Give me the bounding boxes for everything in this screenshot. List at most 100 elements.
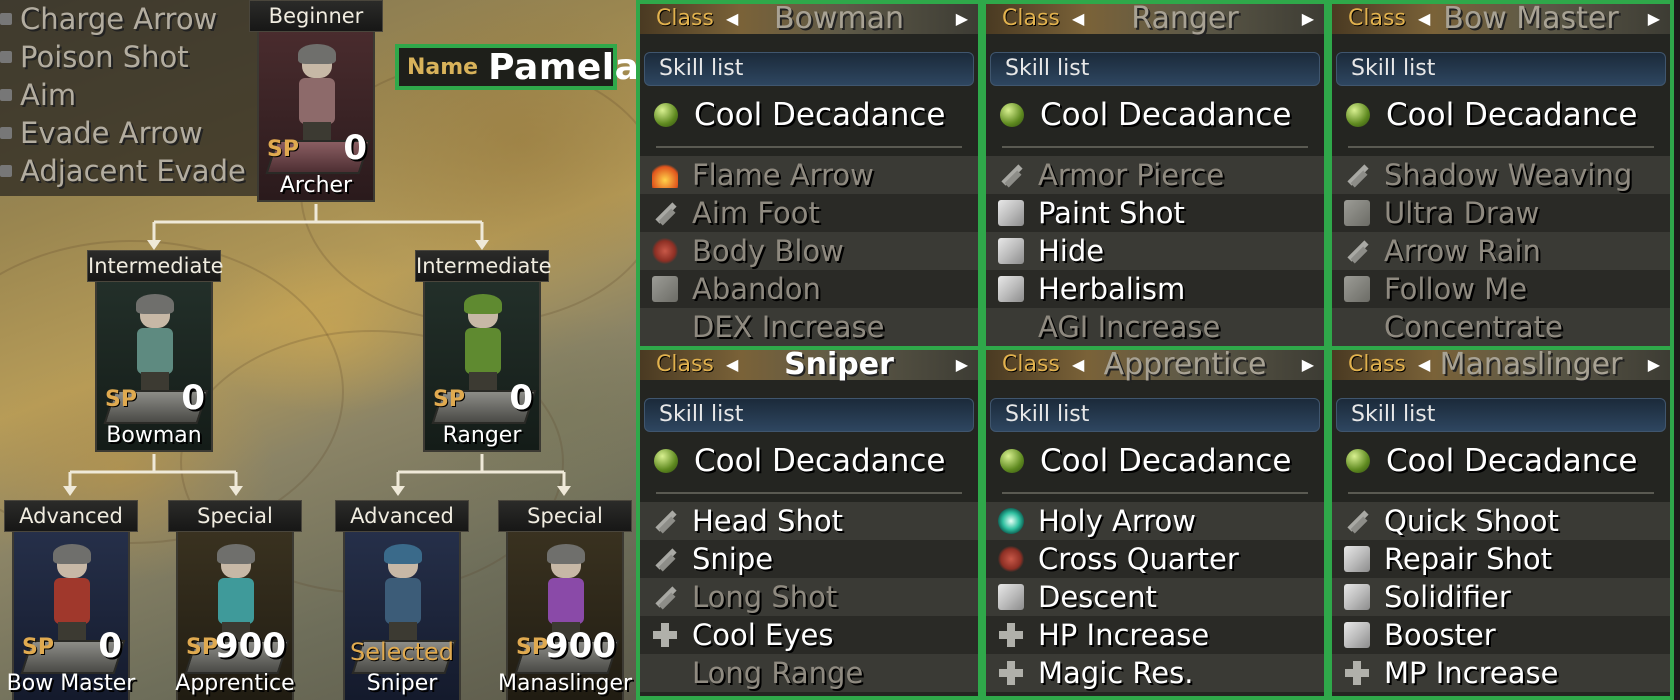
unique-skill-row[interactable]: Cool Decadance <box>1332 438 1670 484</box>
learned-skill-list: Charge Arrow Poison Shot Aim Evade Arrow… <box>0 0 262 196</box>
skill-row[interactable]: AGI Increase <box>986 308 1324 346</box>
sword-icon <box>652 508 678 534</box>
skill-name: Shadow Weaving <box>1384 158 1633 192</box>
skill-list-label: Skill list <box>659 56 744 81</box>
skill-row[interactable]: Flame Arrow <box>640 156 978 194</box>
skill-row[interactable]: Snipe <box>640 540 978 578</box>
class-card-ranger[interactable]: Intermediate SP 0 Ranger <box>415 250 552 452</box>
skill-name: Herbalism <box>1038 272 1186 306</box>
skill-row[interactable]: MP Increase <box>1332 654 1670 692</box>
unique-skill-row[interactable]: Cool Decadance <box>640 92 978 138</box>
skill-row[interactable]: Quick Shoot <box>1332 502 1670 540</box>
divider <box>1002 492 1308 494</box>
skill-name: Armor Pierce <box>1038 158 1225 192</box>
skill-row[interactable]: HP Increase <box>986 616 1324 654</box>
skill-row[interactable]: Booster <box>1332 616 1670 654</box>
unique-skill-name: Cool Decadance <box>1386 443 1638 479</box>
skill-list: Holy Arrow Cross Quarter Descent HP Incr… <box>986 502 1324 692</box>
skill-bullet-icon <box>0 127 12 139</box>
character-sprite <box>373 544 433 644</box>
ring-icon <box>998 508 1024 534</box>
arrow-right-icon[interactable]: ▶ <box>1302 4 1314 34</box>
unique-skill-row[interactable]: Cool Decadance <box>986 438 1324 484</box>
sword-icon <box>652 584 678 610</box>
dpad-icon <box>652 622 678 648</box>
skill-name: Snipe <box>692 542 774 576</box>
dpad-icon <box>1344 660 1370 686</box>
skill-row[interactable]: Armor Pierce <box>986 156 1324 194</box>
skill-row[interactable]: Solidifier <box>1332 578 1670 616</box>
skill-row[interactable]: Holy Arrow <box>986 502 1324 540</box>
green-orb-icon <box>1000 449 1024 473</box>
selected-label: Selected <box>349 638 455 666</box>
skill-row[interactable]: Abandon <box>640 270 978 308</box>
skill-row[interactable]: Shadow Weaving <box>1332 156 1670 194</box>
skill-row[interactable]: Paint Shot <box>986 194 1324 232</box>
class-card-bow-master[interactable]: Advanced SP 0 Bow Master <box>4 500 138 700</box>
sp-value: 0 <box>343 128 367 168</box>
unique-skill-row[interactable]: Cool Decadance <box>640 438 978 484</box>
arrowhead <box>391 486 405 496</box>
skill-row[interactable]: Aim Foot <box>640 194 978 232</box>
class-panel-bow-master: Class ◀ Bow Master ▶ Skill list Cool Dec… <box>1328 0 1674 354</box>
skill-row[interactable]: Cross Quarter <box>986 540 1324 578</box>
skill-list-label: Skill list <box>1351 56 1436 81</box>
skill-row[interactable]: Concentrate <box>1332 308 1670 346</box>
connector-ranger <box>396 454 566 490</box>
class-card-archer[interactable]: Beginner SP 0 Archer <box>249 0 383 202</box>
skill-row[interactable]: Magic Res. <box>986 654 1324 692</box>
sp-value: 900 <box>545 626 616 666</box>
skill-list-header: Skill list <box>1336 398 1666 432</box>
skill-row[interactable]: Arrow Rain <box>1332 232 1670 270</box>
arrow-right-icon[interactable]: ▶ <box>1648 4 1660 34</box>
skill-row[interactable]: Repair Shot <box>1332 540 1670 578</box>
learned-skill: Charge Arrow <box>0 0 262 38</box>
skill-list: Head Shot Snipe Long Shot Cool Eyes Long… <box>640 502 978 692</box>
skill-name: MP Increase <box>1384 656 1559 690</box>
skill-list-label: Skill list <box>1005 402 1090 427</box>
class-selector-bar: Class ◀ Manaslinger ▶ <box>1332 350 1670 380</box>
unique-skill-row[interactable]: Cool Decadance <box>1332 92 1670 138</box>
unique-skill-row[interactable]: Cool Decadance <box>986 92 1324 138</box>
class-name: Apprentice <box>1103 347 1267 382</box>
class-name: Ranger <box>442 423 522 448</box>
connector-archer <box>152 204 484 244</box>
skill-row[interactable]: Herbalism <box>986 270 1324 308</box>
skill-row[interactable]: Follow Me <box>1332 270 1670 308</box>
skill-name: Cool Eyes <box>692 618 834 652</box>
skill-name: Hide <box>1038 234 1105 268</box>
skill-row[interactable]: Ultra Draw <box>1332 194 1670 232</box>
skill-name: Paint Shot <box>1038 196 1185 230</box>
skill-name: Repair Shot <box>1384 542 1552 576</box>
tier-label: Intermediate <box>415 250 552 282</box>
class-card-sniper[interactable]: Advanced Selected Sniper <box>335 500 469 700</box>
arrow-right-icon[interactable]: ▶ <box>1302 350 1314 380</box>
skill-row[interactable]: Descent <box>986 578 1324 616</box>
skill-row[interactable]: Hide <box>986 232 1324 270</box>
cube-icon <box>1344 584 1370 610</box>
class-card-apprentice[interactable]: Special SP 900 Apprentice <box>168 500 302 700</box>
arrow-right-icon[interactable]: ▶ <box>956 350 968 380</box>
arrowhead <box>147 240 161 250</box>
sword-icon <box>1344 508 1370 534</box>
green-orb-icon <box>654 449 678 473</box>
skill-name: Booster <box>1384 618 1496 652</box>
unique-skill-name: Cool Decadance <box>694 97 946 133</box>
cube-icon <box>998 200 1024 226</box>
class-label: Class <box>1348 352 1406 377</box>
class-name: Ranger <box>1131 1 1239 36</box>
class-card-bowman[interactable]: Intermediate SP 0 Bowman <box>87 250 224 452</box>
skill-row[interactable]: Head Shot <box>640 502 978 540</box>
unique-skill-name: Cool Decadance <box>1386 97 1638 133</box>
class-name: Bowman <box>106 423 202 448</box>
sword-icon <box>652 546 678 572</box>
arrow-right-icon[interactable]: ▶ <box>1648 350 1660 380</box>
arrow-right-icon[interactable]: ▶ <box>956 4 968 34</box>
skill-row[interactable]: DEX Increase <box>640 308 978 346</box>
skill-row[interactable]: Body Blow <box>640 232 978 270</box>
divider <box>656 146 962 148</box>
class-card-manaslinger[interactable]: Special SP 900 Manaslinger <box>498 500 632 700</box>
skill-row[interactable]: Long Shot <box>640 578 978 616</box>
skill-row[interactable]: Long Range <box>640 654 978 692</box>
skill-row[interactable]: Cool Eyes <box>640 616 978 654</box>
